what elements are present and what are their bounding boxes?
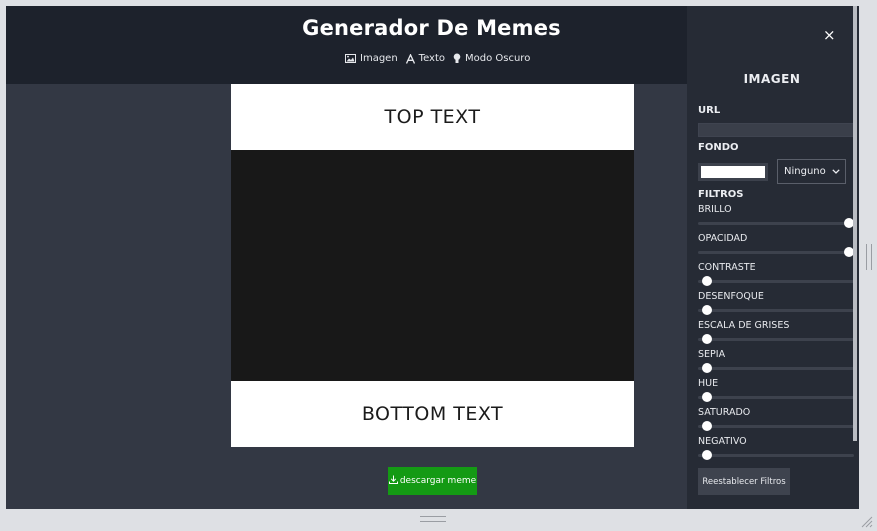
slider-thumb[interactable] — [702, 421, 712, 431]
blend-mode-select[interactable]: Ninguno — [777, 159, 846, 184]
fondo-label: FONDO — [698, 142, 739, 153]
slider-thumb[interactable] — [702, 450, 712, 460]
nav-modo-oscuro[interactable]: Modo Oscuro — [453, 53, 530, 64]
filter-label: OPACIDAD — [698, 233, 748, 244]
filter-slider[interactable] — [698, 450, 854, 460]
nav-bar: Imagen Texto Modo Oscuro — [345, 53, 530, 64]
text-icon — [405, 53, 415, 64]
app-window: Generador De Memes Imagen Texto Modo Osc… — [6, 6, 859, 509]
nav-modo-oscuro-label: Modo Oscuro — [465, 53, 531, 64]
filtros-label: FILTROS — [698, 189, 744, 200]
download-icon — [388, 475, 398, 487]
meme-image — [231, 150, 634, 381]
chevron-down-icon — [832, 166, 840, 177]
slider-thumb[interactable] — [702, 334, 712, 344]
fondo-color-picker[interactable] — [698, 163, 768, 181]
resize-handle-bottom[interactable] — [420, 516, 446, 522]
scrollbar[interactable] — [853, 6, 857, 441]
slider-thumb[interactable] — [702, 392, 712, 402]
filter-label: HUE — [698, 378, 719, 389]
filter-slider[interactable] — [698, 305, 854, 315]
close-icon[interactable]: × — [823, 28, 836, 43]
image-panel: × IMAGEN URL FONDO Ninguno FILTROS BRILL… — [687, 6, 859, 509]
filter-slider[interactable] — [698, 276, 854, 286]
filter-label: BRILLO — [698, 204, 732, 215]
resize-handle-right[interactable] — [866, 244, 872, 270]
meme-top-text: TOP TEXT — [231, 84, 634, 150]
filter-label: CONTRASTE — [698, 262, 756, 273]
slider-thumb[interactable] — [702, 276, 712, 286]
slider-thumb[interactable] — [702, 363, 712, 373]
blend-mode-value: Ninguno — [784, 166, 826, 177]
panel-title: IMAGEN — [743, 72, 801, 86]
url-label: URL — [698, 105, 721, 116]
meme-bottom-text: BOTTOM TEXT — [231, 381, 634, 447]
nav-imagen[interactable]: Imagen — [345, 53, 398, 64]
filter-label: SEPIA — [698, 349, 726, 360]
filter-label: ESCALA DE GRISES — [698, 320, 790, 331]
filter-slider[interactable] — [698, 247, 854, 257]
nav-imagen-label: Imagen — [360, 53, 398, 64]
filter-slider[interactable] — [698, 218, 854, 228]
header: Generador De Memes Imagen Texto Modo Osc… — [6, 6, 687, 84]
url-input[interactable] — [698, 123, 854, 137]
lightbulb-icon — [453, 53, 461, 64]
filter-label: NEGATIVO — [698, 436, 747, 447]
filter-label: SATURADO — [698, 407, 751, 418]
filter-slider[interactable] — [698, 421, 854, 431]
filter-label: DESENFOQUE — [698, 291, 764, 302]
download-button[interactable]: descargar meme — [388, 467, 477, 495]
nav-texto[interactable]: Texto — [405, 53, 445, 64]
filter-slider[interactable] — [698, 363, 854, 373]
download-label: descargar meme — [399, 476, 477, 486]
meme-canvas: TOP TEXT BOTTOM TEXT — [231, 84, 634, 447]
image-icon — [345, 54, 356, 63]
filter-slider[interactable] — [698, 392, 854, 402]
filter-slider[interactable] — [698, 334, 854, 344]
slider-thumb[interactable] — [702, 305, 712, 315]
resize-corner-icon[interactable] — [859, 513, 873, 528]
reset-filters-button[interactable]: Reestablecer Filtros — [698, 468, 790, 495]
nav-texto-label: Texto — [418, 53, 445, 64]
